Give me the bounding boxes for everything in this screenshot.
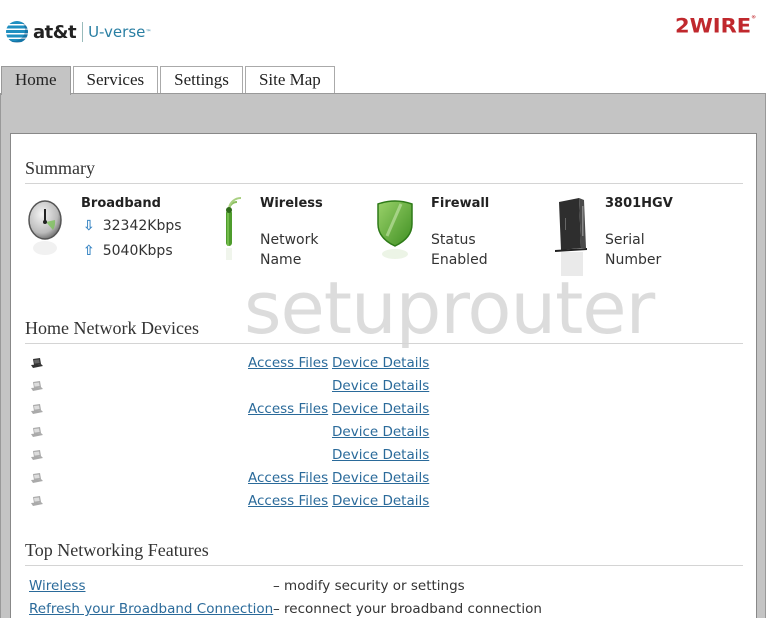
computer-icon xyxy=(31,473,43,483)
trademark: ™ xyxy=(145,28,152,36)
wireless-antenna-icon xyxy=(226,196,242,260)
downstream-value: 32342Kbps xyxy=(102,218,182,234)
device-details-link[interactable]: Device Details xyxy=(332,401,429,417)
firewall-title: Firewall xyxy=(431,196,490,211)
wireless-title: Wireless xyxy=(260,196,323,211)
device-details-link[interactable]: Device Details xyxy=(332,424,429,440)
upstream-rate: ⇧ 5040Kbps xyxy=(83,243,173,259)
serial-number-label: Number xyxy=(605,252,662,268)
computer-icon xyxy=(31,450,43,460)
computer-icon xyxy=(31,496,43,506)
device-row: Access Files Device Details xyxy=(11,470,758,493)
feature-row: Refresh your Broadband Connection – reco… xyxy=(29,601,542,617)
uverse-brand: U-verse xyxy=(88,23,146,41)
gateway-device-icon xyxy=(555,198,587,276)
home-network-heading: Home Network Devices xyxy=(25,318,199,338)
computer-icon xyxy=(31,404,43,414)
computer-icon xyxy=(31,358,43,368)
device-details-link[interactable]: Device Details xyxy=(332,447,429,463)
features-divider xyxy=(25,565,743,566)
shield-icon xyxy=(377,200,413,259)
access-files-link[interactable]: Access Files xyxy=(248,355,328,371)
device-row: Access Files Device Details xyxy=(11,493,758,516)
access-files-link[interactable]: Access Files xyxy=(248,493,328,509)
tab-home[interactable]: Home xyxy=(1,66,71,95)
device-row: Device Details xyxy=(11,424,758,447)
device-details-link[interactable]: Device Details xyxy=(332,378,429,394)
device-row: Device Details xyxy=(11,378,758,401)
broadband-title: Broadband xyxy=(81,196,161,211)
computer-icon xyxy=(31,381,43,391)
content-area: Summary Broadband ⇩ 32342Kbps ⇧ 5040Kbps xyxy=(10,133,757,618)
gateway-model: 3801HGV xyxy=(605,196,673,211)
nav-tabs: Home Services Settings Site Map xyxy=(1,66,337,95)
tab-site-map[interactable]: Site Map xyxy=(244,66,335,93)
device-row: Access Files Device Details xyxy=(11,401,758,424)
wireless-feature-link[interactable]: Wireless xyxy=(29,578,86,594)
arrow-down-icon: ⇩ xyxy=(83,218,95,234)
home-network-divider xyxy=(25,343,743,344)
features-heading: Top Networking Features xyxy=(25,540,209,560)
downstream-rate: ⇩ 32342Kbps xyxy=(83,218,182,234)
device-details-link[interactable]: Device Details xyxy=(332,355,429,371)
wireless-network-label: Network xyxy=(260,232,319,248)
device-details-link[interactable]: Device Details xyxy=(332,493,429,509)
firewall-status-value: Enabled xyxy=(431,252,488,268)
wireless-name-label: Name xyxy=(260,252,302,268)
device-details-link[interactable]: Device Details xyxy=(332,470,429,486)
upstream-value: 5040Kbps xyxy=(102,243,173,259)
summary-divider xyxy=(25,183,743,184)
firewall-status-label: Status xyxy=(431,232,476,248)
registered-mark: ® xyxy=(751,14,757,21)
computer-icon xyxy=(31,427,43,437)
feature-description: – reconnect your broadband connection xyxy=(273,601,542,617)
logo-divider xyxy=(82,22,84,42)
2wire-brand: 2WIRE xyxy=(675,14,752,38)
2wire-logo: 2WIRE® xyxy=(675,15,756,38)
device-row: Access Files Device Details xyxy=(11,355,758,378)
gauge-icon xyxy=(28,200,62,255)
tab-services[interactable]: Services xyxy=(72,66,159,93)
feature-row: Wireless – modify security or settings xyxy=(29,578,465,594)
serial-label: Serial xyxy=(605,232,645,248)
att-brand: at&t xyxy=(33,21,77,43)
att-globe-icon xyxy=(6,21,28,43)
refresh-broadband-link[interactable]: Refresh your Broadband Connection xyxy=(29,601,273,617)
access-files-link[interactable]: Access Files xyxy=(248,401,328,417)
att-uverse-logo: at&t U-verse ™ xyxy=(6,21,151,43)
arrow-up-icon: ⇧ xyxy=(83,243,95,259)
tab-settings[interactable]: Settings xyxy=(160,66,243,93)
summary-heading: Summary xyxy=(25,158,95,178)
device-row: Device Details xyxy=(11,447,758,470)
access-files-link[interactable]: Access Files xyxy=(248,470,328,486)
feature-description: – modify security or settings xyxy=(273,578,465,594)
